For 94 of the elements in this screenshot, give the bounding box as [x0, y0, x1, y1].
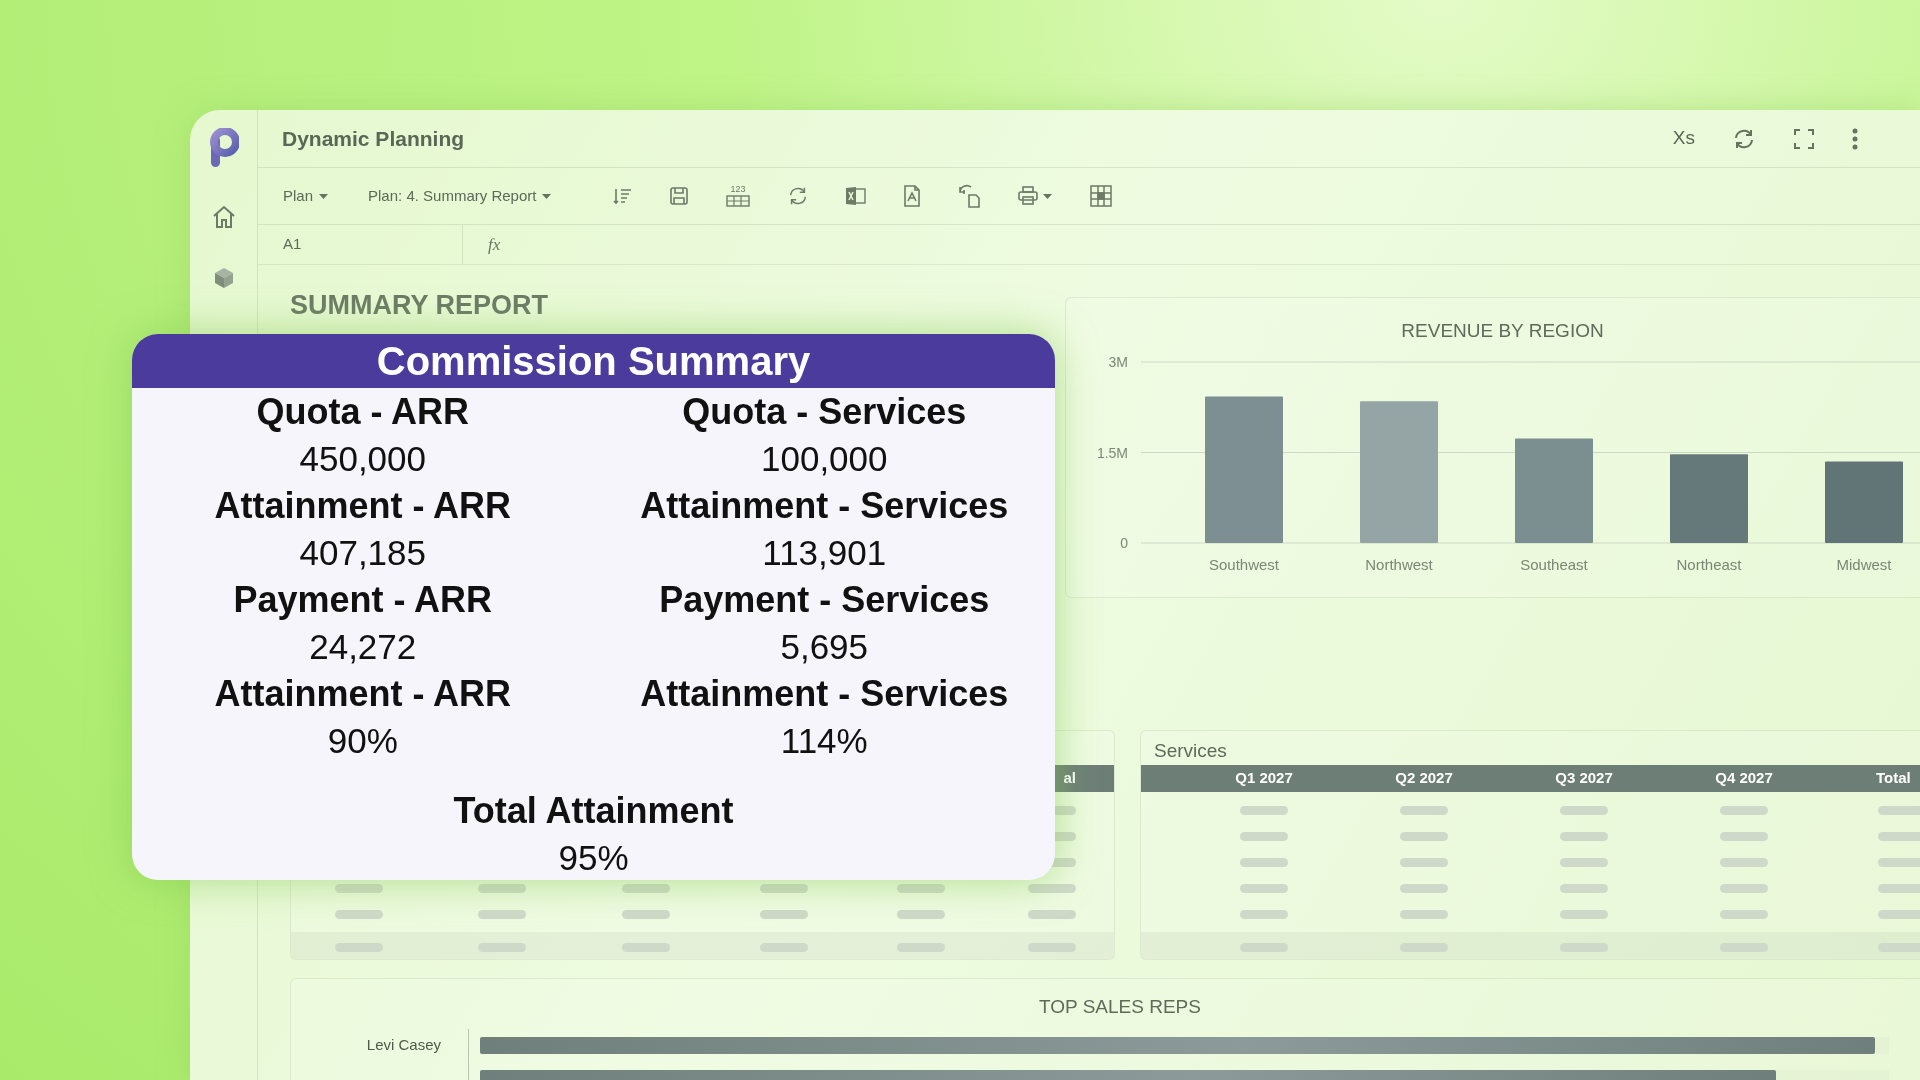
more-icon[interactable]: [1852, 127, 1858, 150]
placeholder-bar: [1720, 883, 1768, 893]
placeholder-bar: [896, 883, 945, 893]
placeholder-bar: [1560, 857, 1608, 867]
metric-value: 113,901: [762, 532, 887, 574]
placeholder-bar: [1400, 857, 1448, 867]
spreadsheet-icon[interactable]: [845, 186, 868, 206]
metric-label: Attainment - ARR: [214, 484, 512, 528]
chart-title: REVENUE BY REGION: [1400, 319, 1605, 343]
metric-label: Payment - ARR: [233, 578, 493, 622]
placeholder-bar: [478, 883, 526, 893]
metric-label: Payment - Services: [659, 578, 990, 622]
card-title: Commission Summary: [132, 334, 1055, 388]
metric-label: Quota - Services: [682, 390, 967, 434]
placeholder-bar: [1878, 805, 1920, 815]
fullscreen-icon[interactable]: [1793, 127, 1815, 150]
function-label[interactable]: fx: [488, 231, 501, 258]
metric-value: 114%: [780, 720, 868, 762]
metric-value: 24,272: [309, 626, 417, 668]
axis-label: 0: [1120, 535, 1128, 551]
grid-icon[interactable]: [1090, 185, 1113, 207]
caret-icon: [542, 193, 552, 199]
column-header[interactable]: Total: [1876, 767, 1911, 790]
placeholder-bar: [1878, 831, 1920, 841]
caret-icon: [319, 193, 329, 199]
list-icon[interactable]: [613, 186, 634, 206]
print-icon[interactable]: [1017, 186, 1040, 206]
document-icon[interactable]: [903, 185, 922, 207]
metric-label: Attainment - Services: [640, 672, 1009, 716]
placeholder-bar: [622, 883, 670, 893]
placeholder-bar: [1560, 831, 1608, 841]
placeholder-bar: [1400, 805, 1448, 815]
placeholder-bar: [478, 909, 526, 919]
placeholder-bar: [1240, 857, 1288, 867]
rep-name: Levi Casey: [365, 1035, 441, 1056]
metric-label: Total Attainment: [453, 789, 734, 833]
category-label: Southwest: [1209, 556, 1279, 573]
placeholder-bar: [1240, 831, 1288, 841]
placeholder-bar: [1240, 909, 1288, 919]
placeholder-bar: [760, 883, 808, 893]
axis-label: 3M: [1108, 354, 1128, 370]
metric-label: Attainment - ARR: [214, 672, 512, 716]
column-header[interactable]: Q1 2027: [1235, 767, 1293, 790]
placeholder-bar: [1878, 883, 1920, 893]
placeholder-bar: [1400, 883, 1448, 893]
placeholder-bar: [1560, 909, 1608, 919]
placeholder-bar: [1878, 857, 1920, 867]
metric-label: Quota - ARR: [256, 390, 470, 434]
app-title: Dynamic Planning: [282, 125, 465, 152]
menu-dropdown[interactable]: Plan: 4. Summary Report: [368, 184, 552, 208]
metric-value: 100,000: [761, 438, 888, 480]
logo-icon[interactable]: [208, 128, 239, 168]
cell-reference[interactable]: A1: [258, 225, 463, 264]
category-label: Northwest: [1365, 556, 1433, 573]
history-icon[interactable]: [957, 184, 982, 208]
column-header[interactable]: Q4 2027: [1715, 767, 1773, 790]
placeholder-bar: [1560, 883, 1608, 893]
placeholder-bar: [1028, 883, 1076, 893]
chart-title: TOP SALES REPS: [1038, 995, 1202, 1019]
save-icon[interactable]: [669, 186, 690, 206]
placeholder-bar: [1240, 883, 1288, 893]
column-header[interactable]: al: [1063, 767, 1076, 790]
menu-dropdown[interactable]: Plan: [283, 184, 329, 208]
user-initials[interactable]: Xs: [1672, 124, 1695, 153]
metric-value: 407,185: [299, 532, 426, 574]
caret-icon: [1043, 193, 1053, 199]
placeholder-bar: [1560, 805, 1608, 815]
placeholder-bar: [1720, 909, 1768, 919]
placeholder-bar: [1400, 831, 1448, 841]
placeholder-bar: [1400, 909, 1448, 919]
metric-value: 5,695: [780, 626, 869, 668]
placeholder-bar: [1028, 909, 1076, 919]
column-header[interactable]: Q3 2027: [1555, 767, 1613, 790]
category-label: Midwest: [1836, 556, 1892, 573]
metric-value: 90%: [327, 720, 398, 762]
category-label: Southeast: [1520, 556, 1588, 573]
report-title: SUMMARY REPORT: [290, 289, 550, 322]
placeholder-bar: [622, 909, 670, 919]
metric-value: 95%: [558, 837, 629, 879]
metric-value: 450,000: [299, 438, 426, 480]
column-header[interactable]: Q2 2027: [1395, 767, 1453, 790]
placeholder-bar: [1720, 805, 1768, 815]
placeholder-bar: [1720, 857, 1768, 867]
placeholder-bar: [1720, 831, 1768, 841]
placeholder-bar: [335, 883, 383, 893]
table-title: Services: [1153, 739, 1228, 763]
category-label: Northeast: [1676, 556, 1742, 573]
placeholder-bar: [896, 909, 945, 919]
axis-label: 1.5M: [1096, 444, 1128, 461]
placeholder-bar: [1878, 909, 1920, 919]
placeholder-bar: [760, 909, 808, 919]
placeholder-bar: [1240, 805, 1288, 815]
placeholder-bar: [335, 909, 383, 919]
metric-label: Attainment - Services: [640, 484, 1009, 528]
